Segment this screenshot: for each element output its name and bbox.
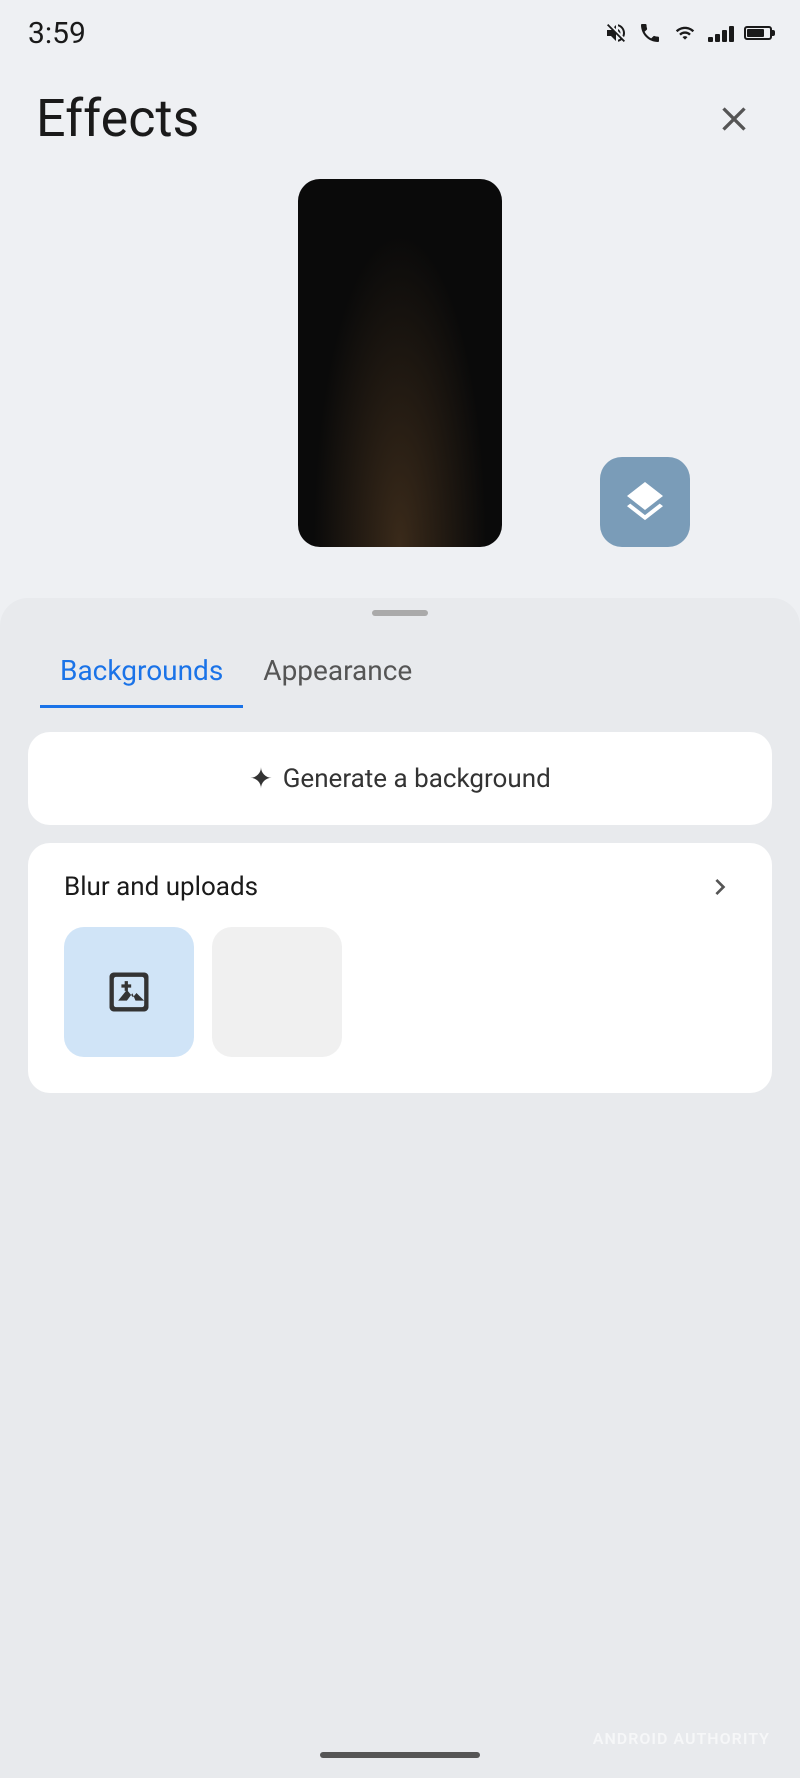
drag-handle[interactable] xyxy=(372,610,428,616)
phone-screen xyxy=(298,179,502,547)
bottom-sheet: Backgrounds Appearance ✦ Generate a back… xyxy=(0,598,800,1778)
blur-item-placeholder xyxy=(212,927,342,1057)
status-icons xyxy=(604,21,772,45)
sparkle-icon: ✦ xyxy=(249,762,272,795)
battery-icon xyxy=(744,26,772,40)
upload-image-button[interactable] xyxy=(64,927,194,1057)
tab-backgrounds[interactable]: Backgrounds xyxy=(40,644,243,708)
phone-icon xyxy=(638,21,662,45)
bottom-nav-bar xyxy=(320,1752,480,1758)
generate-text: ✦ Generate a background xyxy=(249,762,551,795)
mute-icon xyxy=(604,21,628,45)
status-bar: 3:59 xyxy=(0,0,800,60)
watermark: ANDROID AUTHORITY xyxy=(593,1729,770,1748)
tabs-container: Backgrounds Appearance xyxy=(0,644,800,708)
generate-background-card[interactable]: ✦ Generate a background xyxy=(28,732,772,825)
blur-uploads-card: Blur and uploads xyxy=(28,843,772,1093)
signal-icon xyxy=(708,24,734,42)
blur-title: Blur and uploads xyxy=(64,872,258,902)
phone-preview xyxy=(298,179,502,547)
blur-items xyxy=(64,927,736,1057)
close-icon xyxy=(714,99,754,139)
layers-button[interactable] xyxy=(600,457,690,547)
upload-icon xyxy=(103,966,155,1018)
blur-header: Blur and uploads xyxy=(64,871,736,903)
wifi-icon xyxy=(672,23,698,43)
close-button[interactable] xyxy=(704,89,764,149)
status-time: 3:59 xyxy=(28,16,86,51)
effects-header: Effects xyxy=(0,60,800,169)
tab-appearance[interactable]: Appearance xyxy=(243,644,432,708)
preview-area xyxy=(0,169,800,587)
page-title: Effects xyxy=(36,88,199,149)
chevron-right-icon[interactable] xyxy=(704,871,736,903)
layers-icon xyxy=(621,478,669,526)
